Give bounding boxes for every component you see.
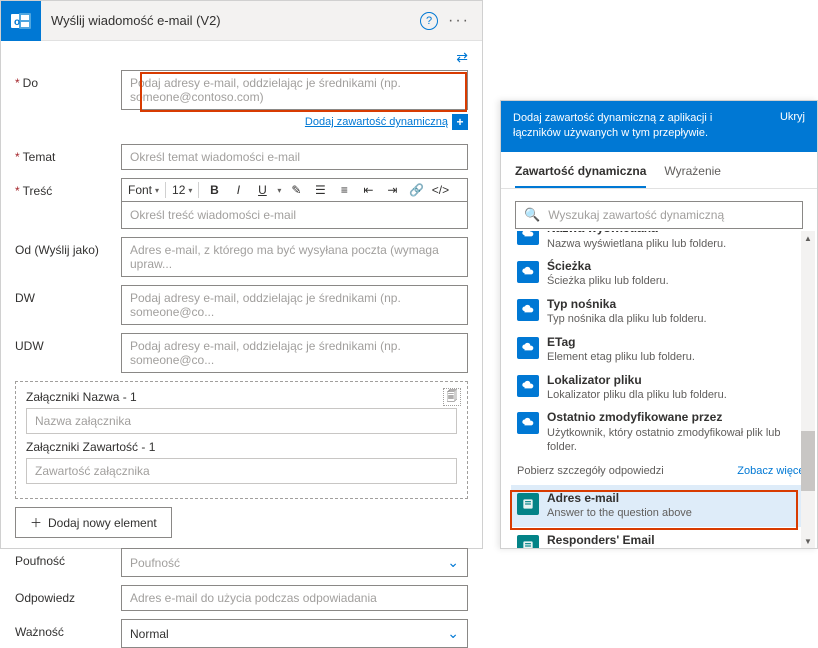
tab-expression[interactable]: Wyrażenie (664, 164, 721, 188)
attachment-name-input[interactable]: Nazwa załącznika (26, 408, 457, 434)
scroll-down-icon[interactable]: ▼ (801, 534, 815, 548)
to-label: *Do (15, 70, 121, 90)
hide-link[interactable]: Ukryj (780, 111, 805, 123)
from-label: Od (Wyślij jako) (15, 237, 121, 257)
onedrive-icon (517, 299, 539, 321)
search-input[interactable]: 🔍 Wyszukaj zawartość dynamiczną (515, 201, 803, 229)
content-item[interactable]: Nazwa wyswietlanaNazwa wyświetlana pliku… (515, 231, 809, 255)
cc-label: DW (15, 285, 121, 305)
swap-icon[interactable]: ⇄ (456, 49, 468, 66)
importance-label: Ważność (15, 619, 121, 639)
reply-label: Odpowiedz (15, 585, 121, 605)
attachment-content-input[interactable]: Zawartość załącznika (26, 458, 457, 484)
rich-text-toolbar: Font▾ 12▾ B I U ▾ ✎ ☰ ≡ ⇤ ⇥ 🔗 </> (121, 178, 468, 202)
font-select[interactable]: Font▾ (128, 183, 159, 197)
email-action-card: o Wyślij wiadomość e-mail (V2) ? ··· ⇄ *… (0, 0, 483, 549)
dynamic-content-panel: Dodaj zawartość dynamiczną z aplikacji i… (500, 100, 818, 549)
scroll-up-icon[interactable]: ▲ (801, 231, 815, 245)
svg-text:o: o (14, 17, 20, 28)
plus-icon[interactable]: + (452, 114, 468, 130)
add-new-item-button[interactable]: ＋ Dodaj nowy element (15, 507, 172, 538)
onedrive-icon (517, 231, 539, 245)
content-item[interactable]: Responders' EmailEmail address of respon… (515, 529, 809, 548)
dynamic-content-list: Nazwa wyswietlanaNazwa wyświetlana pliku… (501, 231, 817, 548)
scrollbar-thumb[interactable] (801, 431, 815, 491)
subject-label: *Temat (15, 144, 121, 164)
delete-attachment-icon[interactable]: 🗐 (443, 388, 461, 406)
content-item[interactable]: Adres e-mailAnswer to the question above (511, 485, 813, 527)
add-dynamic-content-link[interactable]: Dodaj zawartość dynamiczną (305, 116, 448, 128)
onedrive-icon (517, 261, 539, 283)
chevron-down-icon: ⌄ (447, 625, 459, 642)
forms-icon (517, 535, 539, 548)
number-list-button[interactable]: ≡ (335, 183, 353, 197)
more-format-icon[interactable]: ▾ (277, 186, 281, 195)
reply-input[interactable]: Adres e-mail do użycia podczas odpowiada… (121, 585, 468, 611)
card-header: o Wyślij wiadomość e-mail (V2) ? ··· (1, 1, 482, 41)
to-input[interactable]: Podaj adresy e-mail, oddzielając je śred… (121, 70, 468, 110)
outdent-button[interactable]: ⇤ (359, 183, 377, 197)
from-input[interactable]: Adres e-mail, z którego ma być wysyłana … (121, 237, 468, 277)
onedrive-icon (517, 412, 539, 434)
panel-tabs: Zawartość dynamiczna Wyrażenie (501, 152, 817, 189)
cc-input[interactable]: Podaj adresy e-mail, oddzielając je śred… (121, 285, 468, 325)
italic-button[interactable]: I (229, 183, 247, 197)
bcc-label: UDW (15, 333, 121, 353)
bcc-input[interactable]: Podaj adresy e-mail, oddzielając je śred… (121, 333, 468, 373)
attachments-section: 🗐 Załączniki Nazwa - 1 Nazwa załącznika … (15, 381, 468, 499)
content-item[interactable]: Ostatnio zmodyfikowane przezUżytkownik, … (515, 406, 809, 458)
tab-dynamic-content[interactable]: Zawartość dynamiczna (515, 164, 646, 188)
group-header: Pobierz szczegóły odpowiedziZobacz więce… (515, 459, 809, 483)
subject-input[interactable]: Określ temat wiadomości e-mail (121, 144, 468, 170)
card-title[interactable]: Wyślij wiadomość e-mail (V2) (41, 13, 420, 28)
onedrive-icon (517, 375, 539, 397)
outlook-icon: o (1, 1, 41, 41)
bullet-list-button[interactable]: ☰ (311, 183, 329, 197)
info-icon[interactable]: ? (420, 12, 438, 30)
content-item[interactable]: ETagElement etag pliku lub folderu. (515, 331, 809, 369)
importance-select[interactable]: Normal⌄ (121, 619, 468, 648)
body-input[interactable]: Określ treść wiadomości e-mail (121, 202, 468, 229)
clear-format-button[interactable]: ✎ (287, 183, 305, 197)
panel-header: Dodaj zawartość dynamiczną z aplikacji i… (501, 101, 817, 152)
indent-button[interactable]: ⇥ (383, 183, 401, 197)
code-view-button[interactable]: </> (431, 183, 449, 197)
more-menu-icon[interactable]: ··· (448, 12, 470, 30)
chevron-down-icon: ⌄ (447, 554, 459, 571)
bold-button[interactable]: B (205, 183, 223, 197)
content-item[interactable]: Typ nośnikaTyp nośnika dla pliku lub fol… (515, 293, 809, 331)
content-item[interactable]: ŚcieżkaŚcieżka pliku lub folderu. (515, 255, 809, 293)
content-item[interactable]: Lokalizator plikuLokalizator pliku dla p… (515, 369, 809, 407)
see-more-link[interactable]: Zobacz więcej (737, 465, 807, 477)
link-button[interactable]: 🔗 (407, 183, 425, 197)
underline-button[interactable]: U (253, 183, 271, 197)
attachment-content-label: Załączniki Zawartość - 1 (26, 440, 457, 454)
onedrive-icon (517, 337, 539, 359)
body-label: *Treść (15, 178, 121, 198)
forms-icon (517, 493, 539, 515)
plus-icon: ＋ (30, 514, 42, 531)
search-icon: 🔍 (524, 207, 540, 223)
form-area: ⇄ *Do Podaj adresy e-mail, oddzielając j… (1, 41, 482, 373)
sensitivity-select[interactable]: Poufność⌄ (121, 548, 468, 577)
scrollbar-track[interactable]: ▲ ▼ (801, 231, 815, 548)
sensitivity-label: Poufność (15, 548, 121, 568)
attachment-name-label: Załączniki Nazwa - 1 (26, 390, 457, 404)
size-select[interactable]: 12▾ (172, 183, 192, 197)
